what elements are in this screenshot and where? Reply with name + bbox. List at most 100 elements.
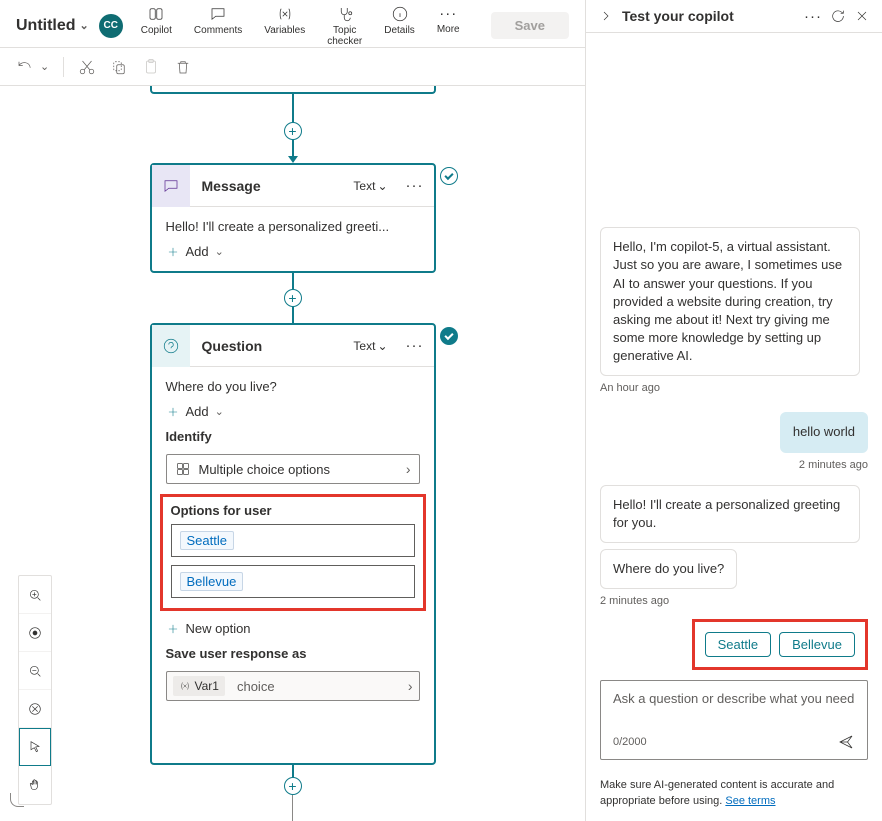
panel-footer: Make sure AI-generated content is accura… bbox=[586, 768, 882, 821]
undo-icon[interactable] bbox=[16, 58, 34, 76]
variable-selector[interactable]: Var1 choice › bbox=[166, 671, 420, 701]
chat-placeholder: Ask a question or describe what you need bbox=[613, 691, 855, 725]
send-icon[interactable] bbox=[837, 733, 855, 751]
node-title: Question bbox=[190, 338, 354, 354]
connector bbox=[292, 94, 294, 122]
comments-button[interactable]: Comments bbox=[188, 3, 248, 38]
variables-icon bbox=[276, 5, 294, 23]
chevron-down-icon: ⌄ bbox=[80, 19, 89, 32]
add-content-button[interactable]: Add ⌄ bbox=[166, 244, 420, 259]
plus-icon bbox=[166, 622, 180, 636]
connector bbox=[292, 765, 294, 777]
node-title: Message bbox=[190, 178, 354, 194]
choice-button[interactable]: Seattle bbox=[705, 632, 771, 657]
chevron-right-icon: › bbox=[406, 461, 411, 477]
save-as-label: Save user response as bbox=[166, 646, 420, 661]
add-content-button[interactable]: Add ⌄ bbox=[166, 404, 420, 419]
node-type-dropdown[interactable]: Text ⌄ bbox=[353, 179, 395, 193]
timestamp: 2 minutes ago bbox=[600, 595, 669, 607]
question-icon bbox=[152, 325, 190, 367]
doc-title[interactable]: Untitled ⌄ bbox=[16, 17, 89, 35]
options-block: Options for user Seattle Bellevue bbox=[160, 494, 426, 611]
chevron-right-icon: › bbox=[408, 678, 413, 694]
identify-label: Identify bbox=[166, 429, 420, 444]
plus-icon bbox=[166, 405, 180, 419]
choice-button[interactable]: Bellevue bbox=[779, 632, 855, 657]
status-badge bbox=[440, 167, 458, 185]
chevron-right-icon[interactable] bbox=[598, 8, 614, 24]
variable-icon bbox=[179, 680, 191, 692]
chevron-down-icon: ⌄ bbox=[215, 245, 224, 258]
save-button[interactable]: Save bbox=[491, 12, 569, 39]
more-icon[interactable]: ··· bbox=[804, 8, 822, 24]
plus-icon bbox=[166, 245, 180, 259]
zoom-in-button[interactable] bbox=[19, 576, 51, 614]
avatar[interactable]: CC bbox=[99, 14, 123, 38]
delete-icon[interactable] bbox=[174, 58, 192, 76]
variables-button[interactable]: Variables bbox=[258, 3, 311, 38]
bot-message: Hello! I'll create a personalized greeti… bbox=[600, 485, 860, 543]
char-counter: 0/2000 bbox=[613, 736, 647, 748]
options-label: Options for user bbox=[171, 503, 415, 518]
node-more-button[interactable]: ··· bbox=[396, 337, 434, 354]
question-prompt: Where do you live? bbox=[166, 379, 420, 394]
reset-view-button[interactable] bbox=[19, 690, 51, 728]
more-button[interactable]: ··· More bbox=[431, 3, 466, 37]
stethoscope-icon bbox=[336, 5, 354, 23]
identify-dropdown[interactable]: Multiple choice options › bbox=[166, 454, 420, 484]
chevron-down-icon: ⌄ bbox=[215, 405, 224, 418]
topic-checker-button[interactable]: Topic checker bbox=[321, 3, 368, 49]
info-icon bbox=[391, 5, 409, 23]
add-node-button[interactable]: + bbox=[284, 777, 302, 795]
chat-input[interactable]: Ask a question or describe what you need… bbox=[600, 680, 868, 760]
add-node-button[interactable]: + bbox=[284, 289, 302, 307]
see-terms-link[interactable]: See terms bbox=[725, 795, 775, 807]
corner-decoration bbox=[10, 793, 24, 807]
timestamp: An hour ago bbox=[600, 382, 660, 394]
user-message: hello world bbox=[780, 412, 868, 452]
node-type-dropdown[interactable]: Text ⌄ bbox=[353, 339, 395, 353]
test-copilot-panel: Test your copilot ··· Hello, I'm copilot… bbox=[586, 0, 882, 821]
connector bbox=[292, 273, 294, 289]
doc-title-text: Untitled bbox=[16, 17, 76, 35]
zoom-fit-button[interactable] bbox=[19, 614, 51, 652]
zoom-toolbox bbox=[18, 575, 52, 805]
node-more-button[interactable]: ··· bbox=[396, 177, 434, 194]
connector bbox=[292, 140, 294, 156]
paste-icon[interactable] bbox=[142, 58, 160, 76]
comment-icon bbox=[209, 5, 227, 23]
message-icon bbox=[152, 165, 190, 207]
chevron-down-icon[interactable]: ⌄ bbox=[40, 60, 49, 73]
copy-icon[interactable] bbox=[110, 58, 128, 76]
ellipsis-icon: ··· bbox=[439, 5, 457, 22]
message-node-card[interactable]: Message Text ⌄ ··· Hello! I'll create a … bbox=[150, 163, 436, 273]
select-tool-button[interactable] bbox=[19, 728, 51, 766]
connector bbox=[292, 795, 293, 821]
close-icon[interactable] bbox=[854, 8, 870, 24]
suggested-actions: Seattle Bellevue bbox=[692, 619, 868, 670]
status-badge bbox=[440, 327, 458, 345]
message-preview: Hello! I'll create a personalized greeti… bbox=[166, 219, 420, 234]
option-input[interactable]: Seattle bbox=[171, 524, 415, 557]
options-icon bbox=[175, 461, 191, 477]
question-node-card[interactable]: Question Text ⌄ ··· Where do you live? A… bbox=[150, 323, 436, 765]
copilot-button[interactable]: Copilot bbox=[135, 3, 178, 38]
panel-title: Test your copilot bbox=[622, 8, 734, 24]
bot-message: Hello, I'm copilot-5, a virtual assistan… bbox=[600, 227, 860, 376]
previous-node-partial bbox=[150, 86, 436, 94]
bot-message: Where do you live? bbox=[600, 549, 737, 589]
new-option-button[interactable]: New option bbox=[166, 621, 420, 636]
option-input[interactable]: Bellevue bbox=[171, 565, 415, 598]
arrow-icon bbox=[288, 156, 298, 163]
chevron-down-icon: ⌄ bbox=[377, 179, 387, 193]
add-node-button[interactable]: + bbox=[284, 122, 302, 140]
timestamp: 2 minutes ago bbox=[799, 459, 868, 471]
cut-icon[interactable] bbox=[78, 58, 96, 76]
zoom-out-button[interactable] bbox=[19, 652, 51, 690]
connector bbox=[292, 307, 294, 323]
copilot-icon bbox=[147, 5, 165, 23]
refresh-icon[interactable] bbox=[830, 8, 846, 24]
details-button[interactable]: Details bbox=[378, 3, 421, 38]
separator bbox=[63, 57, 64, 77]
chevron-down-icon: ⌄ bbox=[377, 339, 387, 353]
